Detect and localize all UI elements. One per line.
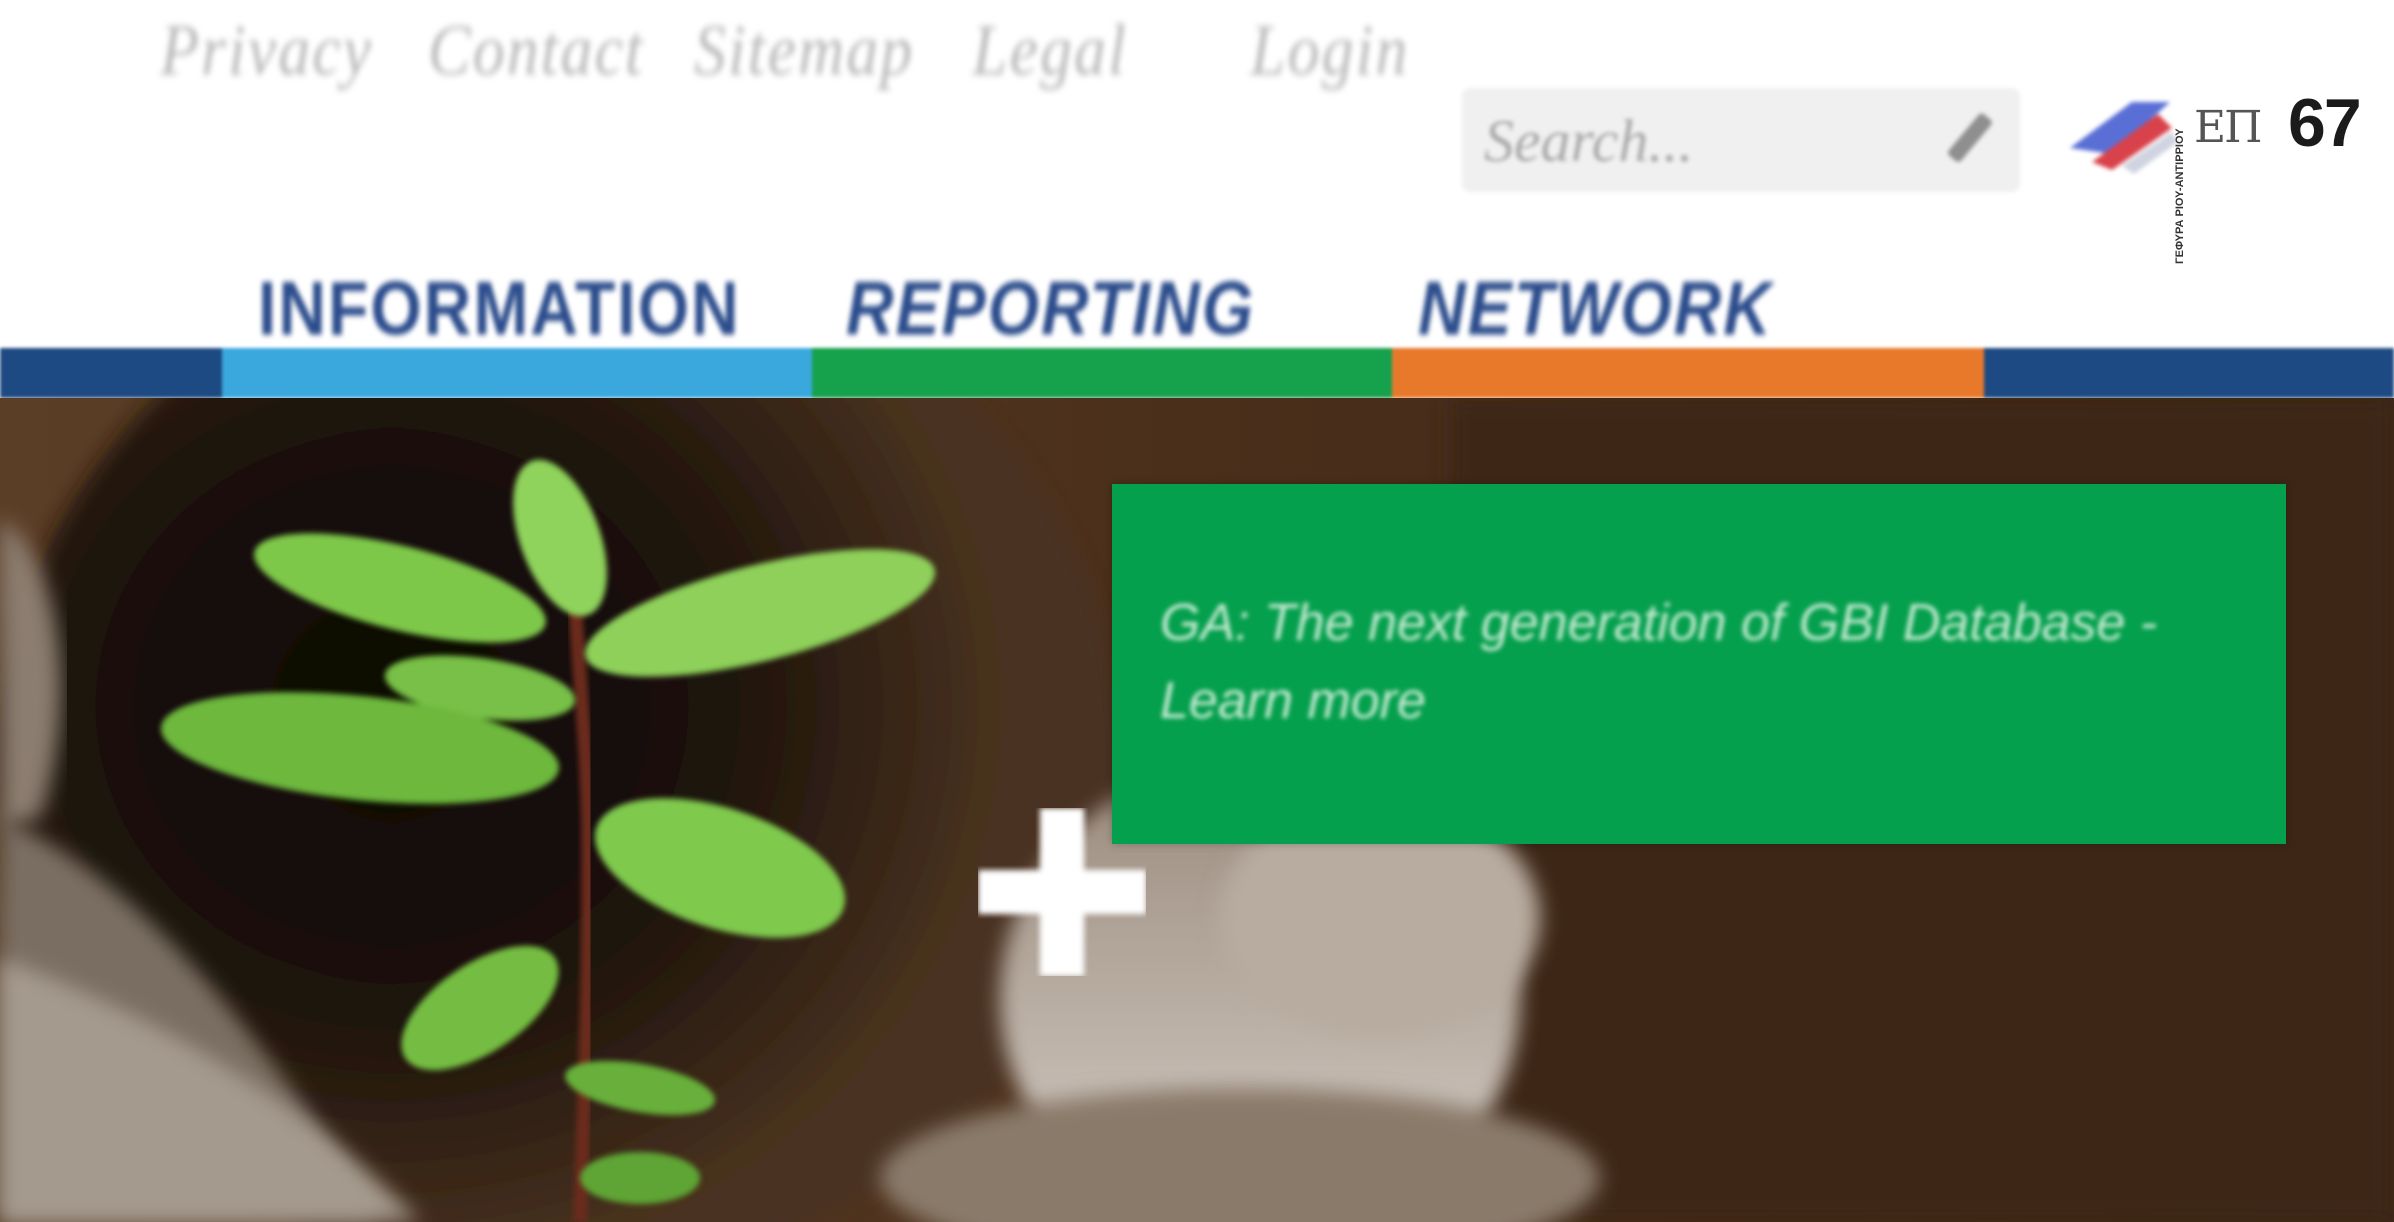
utility-link-contact[interactable]: Contact bbox=[428, 8, 645, 93]
nav-color-band bbox=[0, 348, 2394, 398]
logo-number: 67 bbox=[2288, 85, 2362, 161]
search-box bbox=[1462, 88, 2020, 192]
pencil-search-icon[interactable] bbox=[1940, 106, 1996, 174]
utility-link-login[interactable]: Login bbox=[1250, 8, 1409, 93]
search-input[interactable] bbox=[1482, 102, 1916, 180]
logo-caption: ΓΕΦΥΡΑ ΡΙΟΥ-ΑΝΤΙΡΡΙΟΥ bbox=[2174, 128, 2186, 264]
promo-text[interactable]: GA: The next generation of GBI Database … bbox=[1160, 584, 2250, 740]
nav-item-reporting[interactable]: REPORTING bbox=[846, 264, 1255, 351]
hero-banner: GA: The next generation of GBI Database … bbox=[0, 398, 2394, 1222]
flag-icon[interactable] bbox=[2062, 92, 2180, 174]
band-segment-right bbox=[1984, 348, 2394, 398]
main-nav: INFORMATION REPORTING NETWORK bbox=[0, 264, 2394, 356]
utility-link-legal[interactable]: Legal bbox=[972, 8, 1128, 93]
nav-item-information[interactable]: INFORMATION bbox=[258, 264, 741, 351]
band-segment-reporting bbox=[812, 348, 1392, 398]
band-segment-information bbox=[222, 348, 812, 398]
utility-nav: Privacy Contact Sitemap Legal Login bbox=[0, 0, 1407, 93]
utility-link-privacy[interactable]: Privacy bbox=[160, 8, 373, 93]
nav-item-network[interactable]: NETWORK bbox=[1418, 264, 1773, 351]
band-segment-network bbox=[1392, 348, 1984, 398]
plus-icon[interactable] bbox=[978, 808, 1146, 976]
utility-link-sitemap[interactable]: Sitemap bbox=[694, 8, 914, 93]
promo-box[interactable]: GA: The next generation of GBI Database … bbox=[1112, 484, 2286, 844]
logo-prefix: ΕΠ bbox=[2194, 102, 2262, 153]
site-logo[interactable]: ΕΠ 67 ΓΕΦΥΡΑ ΡΙΟΥ-ΑΝΤΙΡΡΙΟΥ bbox=[2174, 84, 2370, 264]
band-segment-left bbox=[0, 348, 222, 398]
